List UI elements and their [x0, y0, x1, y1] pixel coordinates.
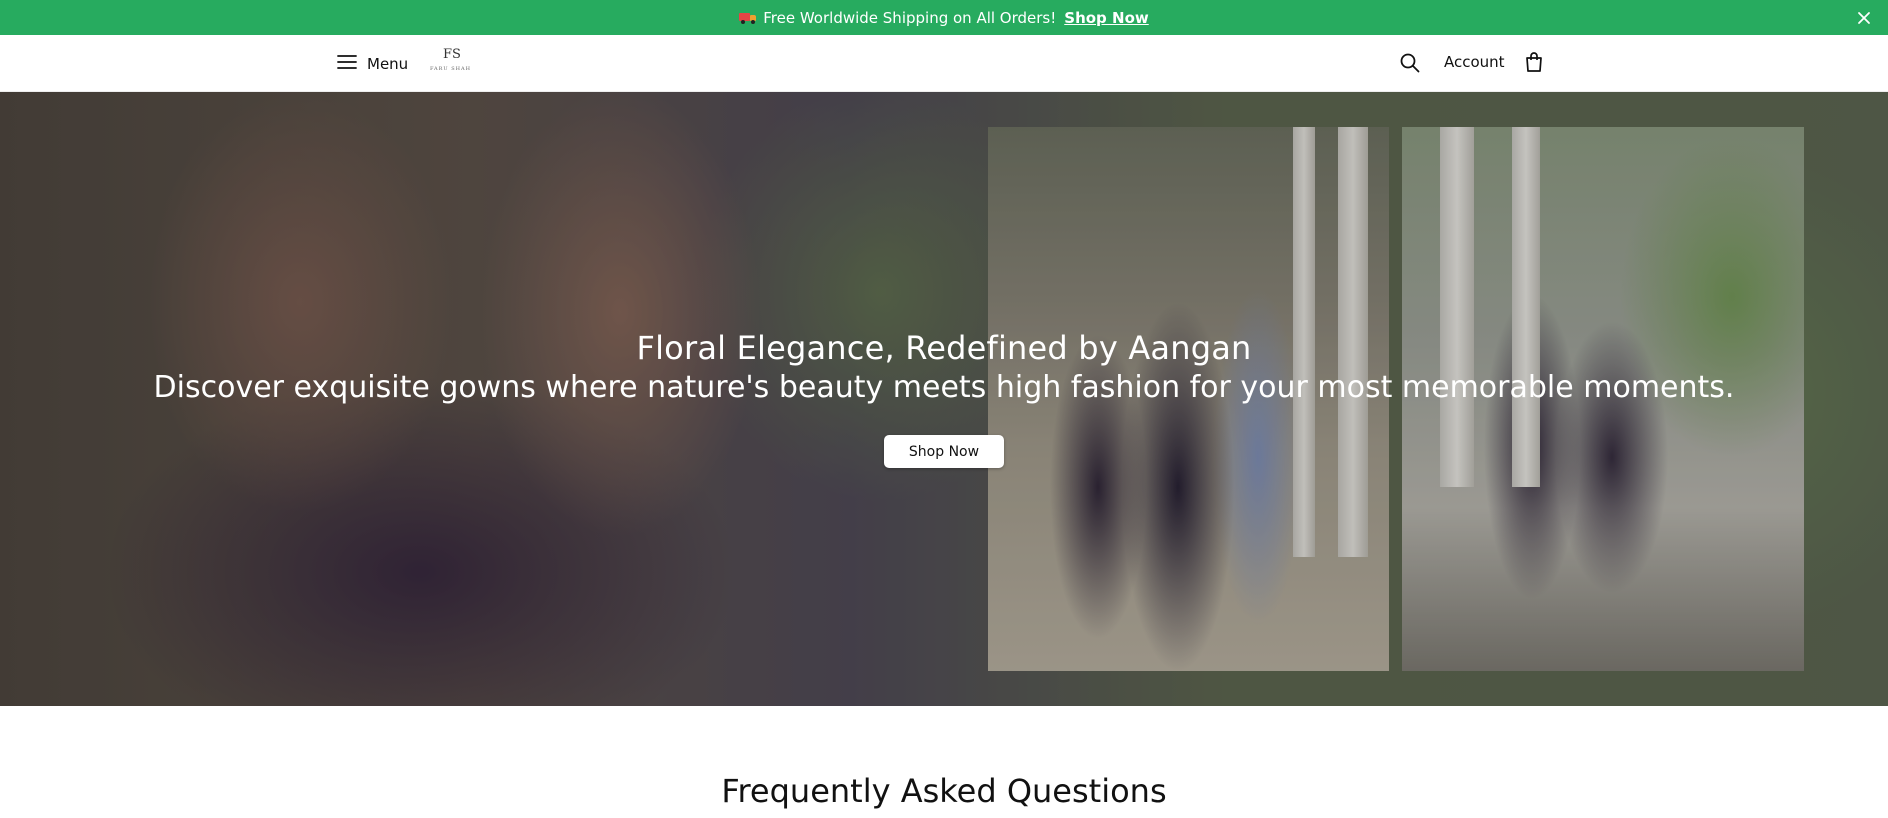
- site-header: Menu FS FARU SHAH Account: [0, 35, 1888, 92]
- search-icon[interactable]: [1399, 52, 1421, 74]
- delivery-truck-icon: [739, 12, 757, 24]
- announcement-shop-now-link[interactable]: Shop Now: [1064, 9, 1148, 27]
- faq-heading: Frequently Asked Questions: [721, 772, 1167, 810]
- announcement-bar: Free Worldwide Shipping on All Orders! S…: [0, 0, 1888, 35]
- menu-button[interactable]: Menu: [337, 51, 408, 77]
- hero-subtitle: Discover exquisite gowns where nature's …: [153, 370, 1735, 405]
- menu-label: Menu: [367, 55, 409, 73]
- hero-shop-now-button[interactable]: Shop Now: [884, 435, 1004, 468]
- close-icon[interactable]: [1854, 8, 1874, 28]
- shopping-bag-icon[interactable]: [1524, 51, 1544, 73]
- hero-title: Floral Elegance, Redefined by Aangan: [636, 329, 1252, 367]
- brand-logo[interactable]: FS FARU SHAH: [428, 47, 478, 79]
- hero-banner: Floral Elegance, Redefined by Aangan Dis…: [0, 92, 1888, 706]
- logo-text: FARU SHAH: [430, 66, 471, 72]
- hamburger-icon: [337, 54, 357, 74]
- announcement-text: Free Worldwide Shipping on All Orders!: [763, 8, 1057, 27]
- logo-monogram: FS: [443, 47, 461, 62]
- account-link[interactable]: Account: [1444, 53, 1505, 71]
